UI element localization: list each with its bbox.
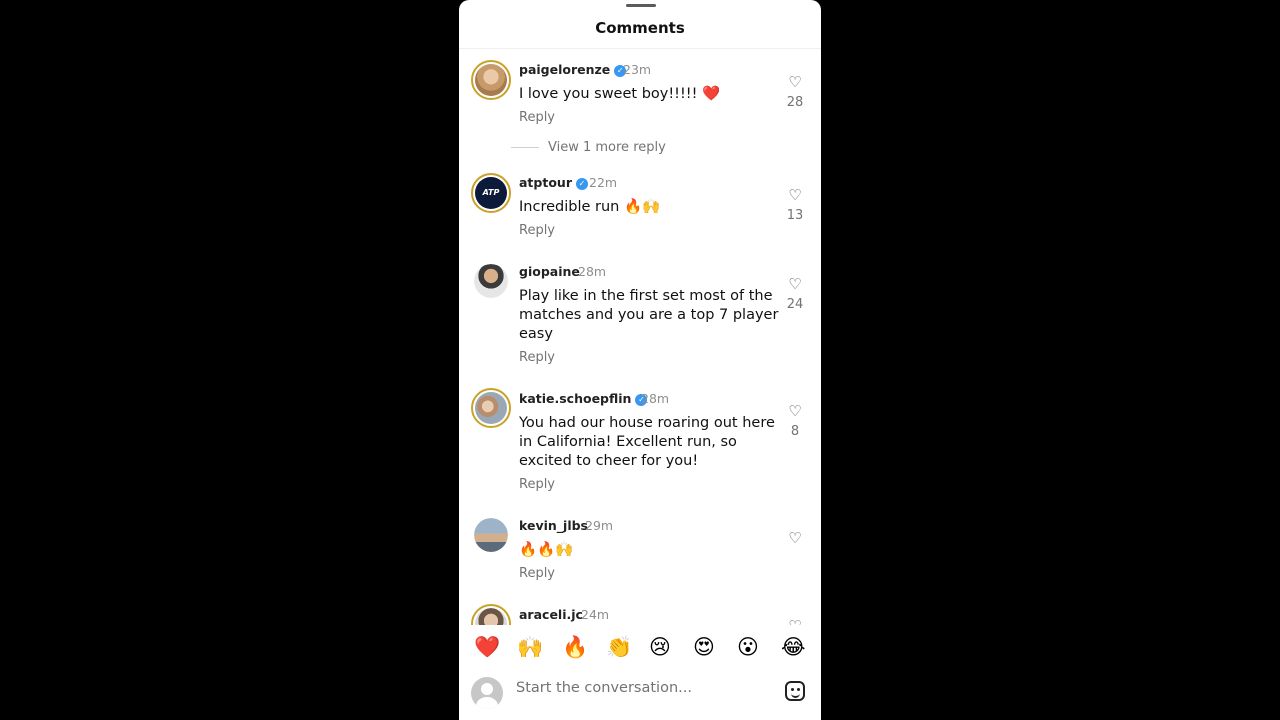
avatar[interactable] <box>474 518 508 552</box>
emoji-button[interactable]: 👏 <box>606 635 632 659</box>
comment-username[interactable]: atptour ✓ <box>519 175 588 190</box>
heart-outline-icon[interactable]: ♡ <box>787 530 803 546</box>
avatar[interactable]: ATP <box>471 173 511 213</box>
sticker-icon[interactable] <box>785 681 805 701</box>
like-count: 28 <box>786 95 804 110</box>
emoji-button[interactable]: 😂 <box>781 635 806 659</box>
verified-badge-icon: ✓ <box>576 177 588 190</box>
comment-username[interactable]: kevin_jlbs <box>519 518 588 533</box>
avatar <box>471 677 503 709</box>
heart-outline-icon[interactable]: ♡ <box>787 187 803 203</box>
reply-button[interactable]: Reply <box>519 223 555 238</box>
comment-text: I love you sweet boy!!!!! ❤️ <box>519 86 721 102</box>
like-count: 13 <box>786 208 804 223</box>
emoji-button[interactable]: 😍 <box>693 635 715 659</box>
avatar[interactable] <box>474 264 508 298</box>
reply-button[interactable]: Reply <box>519 477 555 492</box>
comment-input-row: Start the conversation... <box>459 670 821 720</box>
emoji-button[interactable]: 😮 <box>737 635 759 659</box>
avatar[interactable] <box>471 388 511 428</box>
emoji-button[interactable]: 🙌 <box>517 635 543 659</box>
comment-time: 22m <box>589 175 618 190</box>
drag-handle[interactable] <box>626 4 656 7</box>
comment-time: 28m <box>578 264 607 279</box>
comment-username[interactable]: araceli.jc <box>519 607 583 622</box>
heart-outline-icon[interactable]: ♡ <box>787 74 803 90</box>
comment-text: 🔥🔥🙌 <box>519 542 574 558</box>
comment-time: 24m <box>581 607 610 622</box>
heart-outline-icon[interactable]: ♡ <box>787 276 803 292</box>
comment-time: 28m <box>641 391 670 406</box>
comment-username[interactable]: paigelorenze ✓ <box>519 62 627 77</box>
heart-outline-icon[interactable]: ♡ <box>787 403 803 419</box>
avatar[interactable] <box>471 60 511 100</box>
comment-username[interactable]: katie.schoepflin ✓ <box>519 391 648 406</box>
reply-button[interactable]: Reply <box>519 110 555 125</box>
comments-sheet: Comments paigelorenze ✓ 23m I love you sw… <box>459 0 821 720</box>
comment-text: Play like in the first set most of the m… <box>519 288 779 342</box>
reply-button[interactable]: Reply <box>519 350 555 365</box>
view-more-replies-button[interactable]: View 1 more reply <box>548 140 666 155</box>
comment-input[interactable]: Start the conversation... <box>516 680 692 696</box>
emoji-button[interactable]: 🔥 <box>562 635 588 659</box>
like-count: 8 <box>790 424 800 439</box>
comment-time: 23m <box>623 62 652 77</box>
comment-text: Incredible run 🔥🙌 <box>519 199 661 215</box>
emoji-button[interactable]: 😢 <box>649 635 671 659</box>
page-title: Comments <box>595 19 685 37</box>
reply-button[interactable]: Reply <box>519 566 555 581</box>
comment-time: 29m <box>585 518 614 533</box>
emoji-reaction-bar: ❤️ 🙌 🔥 👏 😢 😍 😮 😂 <box>459 625 821 670</box>
comment-text: You had our house roaring out here in Ca… <box>519 415 775 469</box>
divider <box>511 147 539 148</box>
comment-username[interactable]: giopaine <box>519 264 580 279</box>
emoji-button[interactable]: ❤️ <box>474 635 500 659</box>
divider <box>459 48 821 49</box>
like-count: 24 <box>786 297 804 312</box>
